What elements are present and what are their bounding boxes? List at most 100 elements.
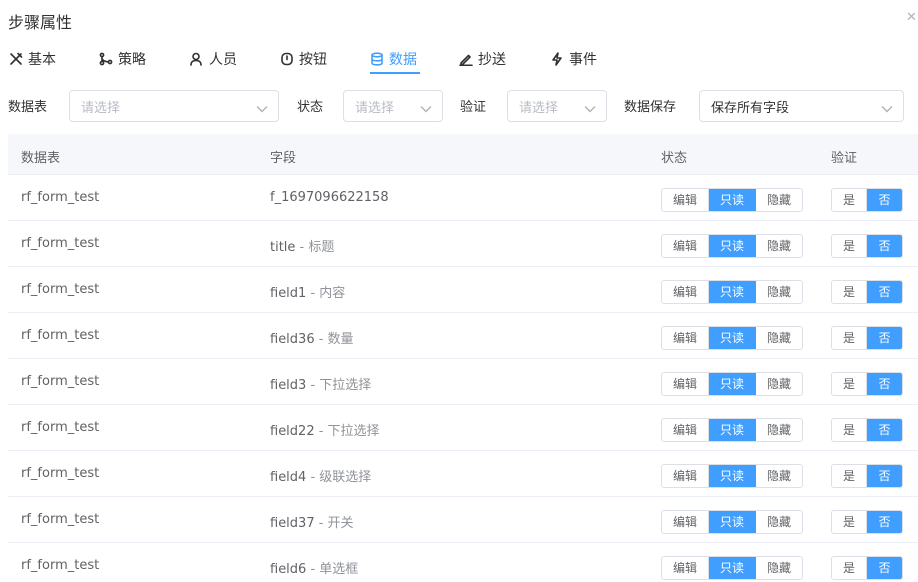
verify-no-button[interactable]: 否 (867, 327, 902, 349)
state-hidden-button[interactable]: 隐藏 (756, 511, 802, 533)
state-readonly-button[interactable]: 只读 (709, 557, 756, 579)
state-readonly-button[interactable]: 只读 (709, 281, 756, 303)
state-toggle-group: 编辑 只读 隐藏 (661, 418, 803, 442)
filter-bar: 数据表 请选择 状态 请选择 验证 请选择 数据保存 保存所有字段 (0, 88, 918, 124)
table-select[interactable]: 请选择 (69, 90, 279, 122)
cell-table-name: rf_form_test (21, 466, 100, 481)
tab-basic[interactable]: 基本 (9, 46, 56, 72)
verify-yes-button[interactable]: 是 (832, 235, 867, 257)
field-label: - 开关 (314, 516, 354, 531)
state-edit-button[interactable]: 编辑 (662, 189, 709, 211)
state-readonly-button[interactable]: 只读 (709, 373, 756, 395)
field-label: - 下拉选择 (306, 378, 372, 393)
close-icon[interactable]: ✕ (906, 10, 917, 25)
verify-yes-button[interactable]: 是 (832, 557, 867, 579)
state-readonly-button[interactable]: 只读 (709, 327, 756, 349)
verify-yes-button[interactable]: 是 (832, 373, 867, 395)
table-row: rf_form_test title - 标题 编辑 只读 隐藏 是否 (8, 221, 918, 267)
table-row: rf_form_test field37 - 开关 编辑 只读 隐藏 是否 (8, 497, 918, 543)
save-mode-select[interactable]: 保存所有字段 (699, 90, 904, 122)
cell-table-name: rf_form_test (21, 190, 100, 205)
verify-yes-button[interactable]: 是 (832, 281, 867, 303)
field-label: - 级联选择 (306, 470, 372, 485)
verify-yes-button[interactable]: 是 (832, 327, 867, 349)
state-edit-button[interactable]: 编辑 (662, 327, 709, 349)
tab-label: 按钮 (299, 52, 327, 68)
verify-no-button[interactable]: 否 (867, 557, 902, 579)
tab-data[interactable]: 数据 (370, 46, 417, 72)
tab-label: 事件 (569, 52, 597, 68)
state-edit-button[interactable]: 编辑 (662, 465, 709, 487)
chevron-down-icon (881, 102, 893, 113)
state-readonly-button[interactable]: 只读 (709, 189, 756, 211)
verify-no-button[interactable]: 否 (867, 235, 902, 257)
tab-personnel[interactable]: 人员 (190, 46, 237, 72)
cell-table-name: rf_form_test (21, 374, 100, 389)
state-toggle-group: 编辑 只读 隐藏 (661, 464, 803, 488)
verify-no-button[interactable]: 否 (867, 419, 902, 441)
state-hidden-button[interactable]: 隐藏 (756, 281, 802, 303)
state-hidden-button[interactable]: 隐藏 (756, 235, 802, 257)
cell-table-name: rf_form_test (21, 420, 100, 435)
state-edit-button[interactable]: 编辑 (662, 557, 709, 579)
field-code: f_1697096622158 (270, 190, 389, 205)
verify-no-button[interactable]: 否 (867, 373, 902, 395)
verify-no-button[interactable]: 否 (867, 189, 902, 211)
field-permission-table: 数据表 字段 状态 验证 rf_form_test f_1697096622158… (8, 134, 918, 582)
verify-no-button[interactable]: 否 (867, 281, 902, 303)
state-hidden-button[interactable]: 隐藏 (756, 189, 802, 211)
verify-no-button[interactable]: 否 (867, 465, 902, 487)
tab-bar: 基本 策略 人员 按钮 数据 抄送 事件 (0, 40, 918, 76)
chevron-down-icon (256, 102, 268, 113)
state-toggle-group: 编辑 只读 隐藏 (661, 280, 803, 304)
verify-yes-button[interactable]: 是 (832, 511, 867, 533)
state-hidden-button[interactable]: 隐藏 (756, 557, 802, 579)
verify-yes-button[interactable]: 是 (832, 189, 867, 211)
state-edit-button[interactable]: 编辑 (662, 373, 709, 395)
state-readonly-button[interactable]: 只读 (709, 419, 756, 441)
state-hidden-button[interactable]: 隐藏 (756, 373, 802, 395)
verify-no-button[interactable]: 否 (867, 511, 902, 533)
verify-toggle-group: 是否 (831, 326, 903, 350)
cell-field: field36 - 数量 (270, 328, 354, 347)
tab-label: 策略 (118, 52, 146, 68)
pencil-icon (459, 54, 473, 66)
state-edit-button[interactable]: 编辑 (662, 281, 709, 303)
cell-table-name: rf_form_test (21, 558, 100, 573)
state-hidden-button[interactable]: 隐藏 (756, 465, 802, 487)
tab-buttons[interactable]: 按钮 (280, 46, 327, 72)
table-row: rf_form_test field4 - 级联选择 编辑 只读 隐藏 是否 (8, 451, 918, 497)
tab-events[interactable]: 事件 (550, 46, 597, 72)
state-select[interactable]: 请选择 (343, 90, 443, 122)
table-row: rf_form_test field22 - 下拉选择 编辑 只读 隐藏 是否 (8, 405, 918, 451)
verify-toggle-group: 是否 (831, 418, 903, 442)
tab-strategy[interactable]: 策略 (99, 46, 146, 72)
branch-icon (99, 52, 113, 66)
state-edit-button[interactable]: 编辑 (662, 235, 709, 257)
verify-select[interactable]: 请选择 (507, 90, 607, 122)
verify-toggle-group: 是否 (831, 510, 903, 534)
verify-yes-button[interactable]: 是 (832, 419, 867, 441)
field-code: field4 (270, 470, 307, 485)
state-readonly-button[interactable]: 只读 (709, 465, 756, 487)
state-hidden-button[interactable]: 隐藏 (756, 419, 802, 441)
tab-cc[interactable]: 抄送 (459, 46, 506, 72)
verify-yes-button[interactable]: 是 (832, 465, 867, 487)
state-hidden-button[interactable]: 隐藏 (756, 327, 802, 349)
state-toggle-group: 编辑 只读 隐藏 (661, 234, 803, 258)
state-edit-button[interactable]: 编辑 (662, 511, 709, 533)
database-icon (371, 52, 383, 66)
table-row: rf_form_test field3 - 下拉选择 编辑 只读 隐藏 是否 (8, 359, 918, 405)
state-readonly-button[interactable]: 只读 (709, 235, 756, 257)
lightning-icon (552, 52, 562, 66)
power-button-icon (281, 52, 293, 66)
verify-toggle-group: 是否 (831, 464, 903, 488)
tab-label: 数据 (389, 52, 417, 68)
table-row: rf_form_test field1 - 内容 编辑 只读 隐藏 是否 (8, 267, 918, 313)
state-readonly-button[interactable]: 只读 (709, 511, 756, 533)
table-row: rf_form_test f_1697096622158 编辑 只读 隐藏 是否 (8, 175, 918, 221)
table-header: 数据表 字段 状态 验证 (8, 134, 918, 175)
state-edit-button[interactable]: 编辑 (662, 419, 709, 441)
verify-toggle-group: 是否 (831, 188, 903, 212)
user-icon (190, 52, 202, 66)
